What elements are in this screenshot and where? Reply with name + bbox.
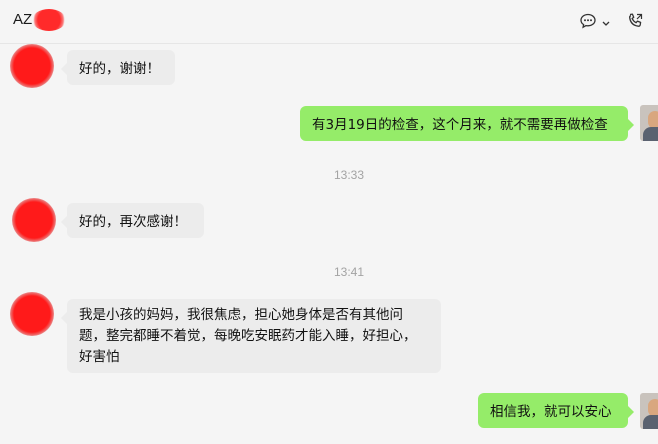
message-bubble-outgoing[interactable]: 有3月19日的检查，这个月来，就不需要再做检查 [300,106,634,141]
message-text: 相信我，就可以安心 [490,404,612,420]
message-text: 有3月19日的检查，这个月来，就不需要再做检查 [312,117,608,133]
message-bubble-incoming[interactable]: 好的，再次感谢！ [61,203,204,238]
contact-avatar[interactable] [10,292,54,336]
message-text-line: 题，整完都睡不着觉，每晚吃安眠药才能入睡，好担心， [79,328,417,344]
message-text: 好的，再次感谢！ [79,214,187,230]
timestamp: 13:41 [333,265,365,279]
chevron-down-icon[interactable] [601,14,611,33]
chat-bubble-icon[interactable] [579,12,597,34]
message-bubble-incoming[interactable]: 好的，谢谢！ [61,50,175,85]
message-bubble-incoming[interactable]: 我是小孩的妈妈，我很焦虑，担心她身体是否有其他问 题，整完都睡不着觉，每晚吃安眠… [61,299,441,373]
message-bubble-outgoing[interactable]: 相信我，就可以安心 [478,393,634,428]
message-text-line: 好害怕 [79,349,120,365]
redacted-name-mark [32,9,66,31]
contact-name: AZ [13,11,33,28]
phone-icon[interactable] [626,12,644,34]
my-avatar[interactable] [640,393,658,429]
contact-avatar[interactable] [10,44,54,88]
message-text: 好的，谢谢！ [79,61,160,77]
message-text-line: 我是小孩的妈妈，我很焦虑，担心她身体是否有其他问 [79,307,403,323]
chat-header: AZ [0,0,658,44]
my-avatar[interactable] [640,105,658,141]
timestamp: 13:33 [333,168,365,182]
contact-avatar[interactable] [12,198,56,242]
